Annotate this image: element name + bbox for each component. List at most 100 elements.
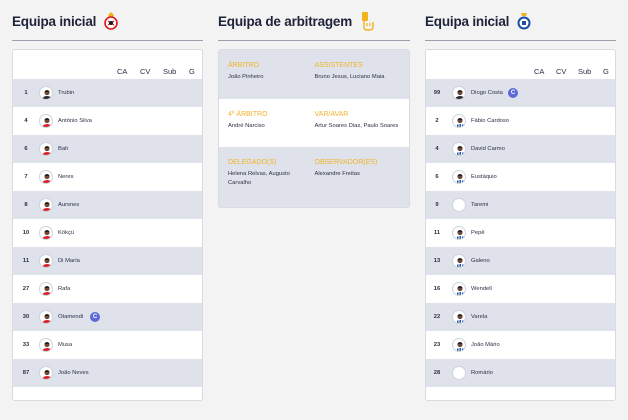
- player-name[interactable]: David Carmo: [471, 146, 505, 152]
- var-label: VAR/AVAR: [314, 111, 349, 118]
- player-avatar: [452, 114, 466, 128]
- var-cell: VAR/AVAR Artur Soares Dias, Paulo Soares: [315, 111, 402, 147]
- header-yellow-cards: CA: [117, 67, 128, 76]
- player-name[interactable]: Rafa: [58, 286, 70, 292]
- player-row[interactable]: 23 João Mário: [426, 331, 615, 359]
- player-name[interactable]: Musa: [58, 342, 72, 348]
- assistants-cell: ASSISTENTES Bruno Jesus, Luciano Maia: [315, 62, 402, 99]
- player-row[interactable]: 27 Rafa: [13, 275, 202, 303]
- player-name[interactable]: Otamendi: [58, 314, 83, 320]
- home-lineup-table: CA CV Sub G 1 Trubin 4 António Silva 6 Bah 7 Ne…: [12, 49, 203, 401]
- player-name[interactable]: Fábio Cardoso: [471, 118, 509, 124]
- player-row[interactable]: 11 Di María: [13, 247, 202, 275]
- observers-cell: OBSERVADOR(ES) Alexandre Freitas: [315, 159, 402, 207]
- assistants-value: Bruno Jesus, Luciano Maia: [314, 74, 385, 80]
- player-name[interactable]: Eustáquio: [471, 174, 497, 180]
- player-name[interactable]: Bah: [58, 146, 68, 152]
- home-lineup-header: Equipa inicial: [12, 0, 203, 41]
- player-row[interactable]: 1 Trubin: [13, 79, 202, 107]
- shirt-number: 9: [435, 202, 439, 208]
- fourth-official-label: 4º ÁRBITRO: [228, 111, 268, 118]
- player-avatar: [452, 86, 466, 100]
- player-avatar: [452, 142, 466, 156]
- header-yellow-cards: CA: [534, 67, 545, 76]
- player-row[interactable]: 4 António Silva: [13, 107, 202, 135]
- player-name[interactable]: António Silva: [58, 118, 92, 124]
- header-goals: G: [189, 67, 195, 76]
- home-lineup-column: Equipa inicial CA CV Sub G 1 Trubin 4 Antón…: [12, 0, 203, 401]
- player-row[interactable]: 33 Musa: [13, 331, 202, 359]
- player-name[interactable]: Neres: [58, 174, 73, 180]
- player-row[interactable]: 8 Aursnes: [13, 191, 202, 219]
- referee-row: 4º ÁRBITRO André Narciso VAR/AVAR Artur …: [219, 99, 409, 147]
- player-name[interactable]: Pepê: [471, 230, 485, 236]
- observers-label: OBSERVADOR(ES): [314, 159, 378, 166]
- player-row[interactable]: 22 Varela: [426, 303, 615, 331]
- header-substitutions: Sub: [163, 67, 177, 76]
- player-row[interactable]: 9 Taremi: [426, 191, 615, 219]
- referee-label: ÁRBITRO: [228, 62, 260, 69]
- referee-cell: ÁRBITRO João Pinheiro: [228, 62, 315, 99]
- player-avatar: [452, 170, 466, 184]
- player-row[interactable]: 16 Wendell: [426, 275, 615, 303]
- player-avatar: [39, 170, 53, 184]
- player-row[interactable]: 2 Fábio Cardoso: [426, 107, 615, 135]
- player-row[interactable]: 10 Kökçü: [13, 219, 202, 247]
- porto-crest-icon: [515, 11, 533, 31]
- shirt-number: 1: [24, 90, 28, 96]
- player-avatar: [39, 226, 53, 240]
- referee-header: Equipa de arbitragem: [218, 0, 410, 41]
- var-value: Artur Soares Dias, Paulo Soares: [314, 123, 399, 129]
- home-lineup-title: Equipa inicial: [12, 14, 97, 29]
- referee-column: Equipa de arbitragem ÁRBITRO João Pinhei…: [218, 0, 410, 208]
- away-table-header: CA CV Sub G: [426, 50, 615, 79]
- player-name[interactable]: Aursnes: [58, 202, 79, 208]
- referee-title: Equipa de arbitragem: [218, 14, 353, 29]
- referee-value: João Pinheiro: [228, 74, 264, 80]
- player-avatar: [39, 254, 53, 268]
- player-row[interactable]: 28 Romário: [426, 359, 615, 387]
- player-name[interactable]: Di María: [58, 258, 80, 264]
- player-name[interactable]: Trubin: [58, 90, 74, 96]
- observers-value: Alexandre Freitas: [314, 171, 360, 177]
- player-name[interactable]: Diogo Costa: [471, 90, 503, 96]
- player-name[interactable]: Galeno: [471, 258, 490, 264]
- captain-badge: C: [90, 311, 100, 322]
- player-avatar: [39, 338, 53, 352]
- shirt-number: 11: [22, 258, 30, 264]
- delegates-value: Helena Relvas, Augusto Carvalho: [228, 171, 290, 186]
- fourth-official-cell: 4º ÁRBITRO André Narciso: [228, 111, 315, 147]
- player-avatar: [452, 198, 466, 212]
- player-name[interactable]: Wendell: [471, 286, 492, 292]
- away-lineup-header: Equipa inicial: [425, 0, 616, 41]
- shirt-number: 10: [22, 230, 30, 236]
- shirt-number: 30: [22, 314, 30, 320]
- player-row[interactable]: 99 Diogo Costa C: [426, 79, 615, 107]
- player-row[interactable]: 7 Neres: [13, 163, 202, 191]
- home-table-header: CA CV Sub G: [13, 50, 202, 79]
- shirt-number: 22: [433, 314, 441, 320]
- player-avatar: [39, 310, 53, 324]
- shirt-number: 16: [433, 286, 441, 292]
- player-name[interactable]: João Neves: [58, 370, 89, 376]
- player-row[interactable]: 13 Galeno: [426, 247, 615, 275]
- shirt-number: 99: [433, 90, 441, 96]
- shirt-number: 33: [22, 342, 30, 348]
- player-name[interactable]: Romário: [471, 370, 493, 376]
- referee-row: DELEGADO(S) Helena Relvas, Augusto Carva…: [219, 147, 409, 207]
- player-row[interactable]: 4 David Carmo: [426, 135, 615, 163]
- player-name[interactable]: João Mário: [471, 342, 500, 348]
- player-avatar: [452, 226, 466, 240]
- shirt-number: 4: [435, 146, 439, 152]
- shirt-number: 8: [24, 202, 28, 208]
- player-row[interactable]: 30 Otamendi C: [13, 303, 202, 331]
- player-name[interactable]: Varela: [471, 314, 487, 320]
- player-row[interactable]: 6 Eustáquio: [426, 163, 615, 191]
- assistants-label: ASSISTENTES: [314, 62, 363, 69]
- player-name[interactable]: Kökçü: [58, 230, 74, 236]
- player-name[interactable]: Taremi: [471, 202, 488, 208]
- player-avatar: [452, 338, 466, 352]
- player-row[interactable]: 87 João Neves: [13, 359, 202, 387]
- player-row[interactable]: 11 Pepê: [426, 219, 615, 247]
- player-row[interactable]: 6 Bah: [13, 135, 202, 163]
